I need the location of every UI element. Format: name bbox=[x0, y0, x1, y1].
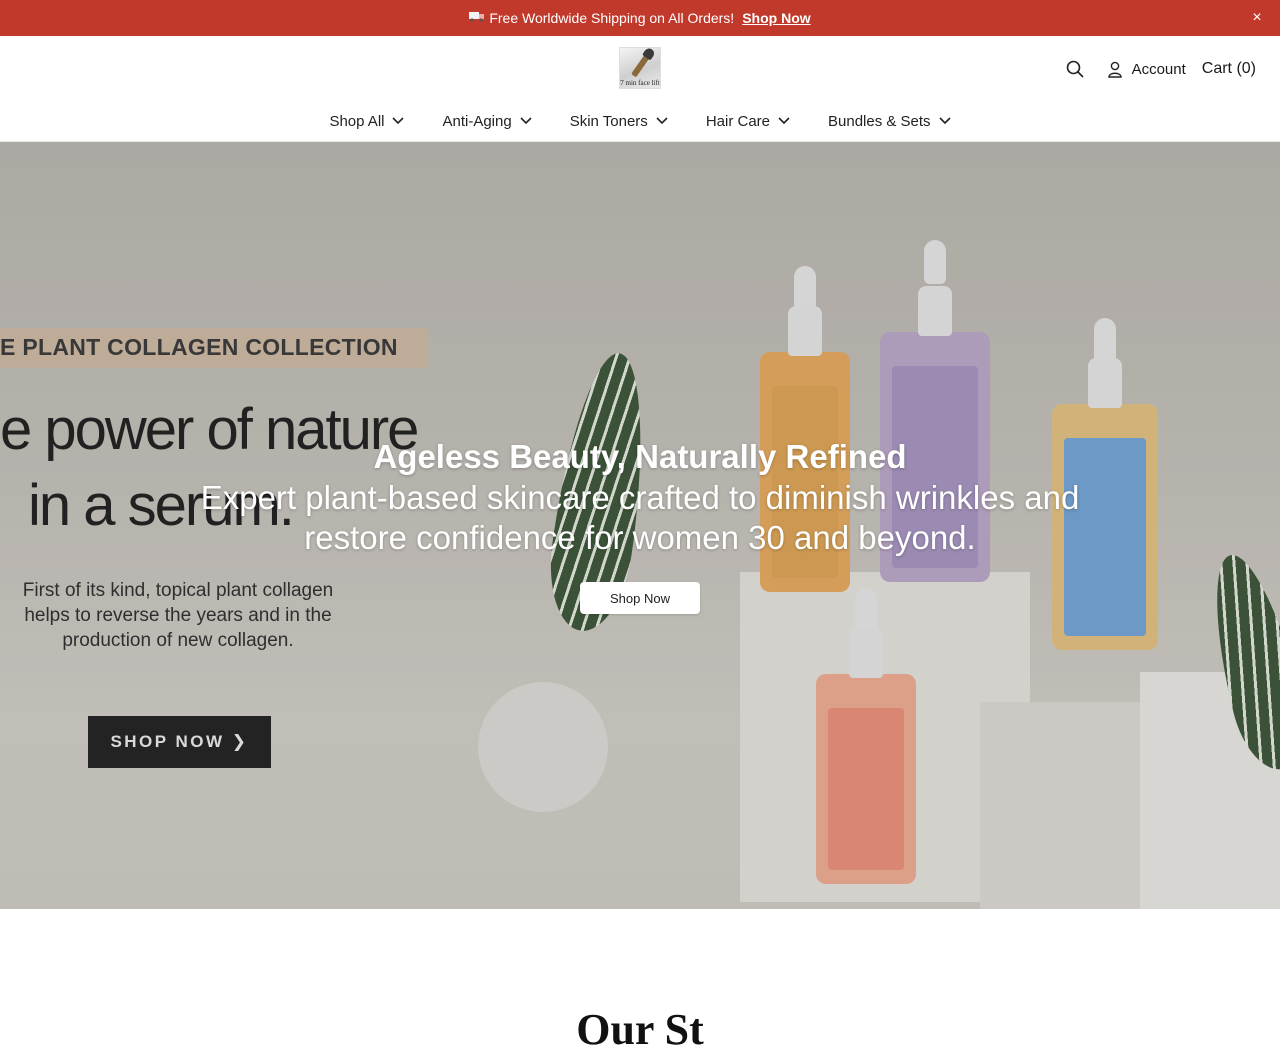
account-link[interactable]: Account bbox=[1107, 60, 1186, 78]
chevron-down-icon bbox=[938, 117, 951, 125]
nav-item-label: Bundles & Sets bbox=[828, 112, 931, 130]
cart-link[interactable]: Cart (0) bbox=[1202, 60, 1256, 78]
hero-shop-now-button[interactable]: Shop Now bbox=[580, 582, 700, 614]
nav-item-shop-all[interactable]: Shop All bbox=[329, 112, 405, 130]
logo-text: 7 min face lift bbox=[620, 79, 660, 87]
hero-banner: E PLANT COLLAGEN COLLECTION e power of n… bbox=[0, 142, 1280, 909]
main-nav: Shop All Anti-Aging Skin Toners Hair Car… bbox=[0, 108, 1280, 134]
nav-item-label: Anti-Aging bbox=[442, 112, 512, 130]
nav-item-label: Hair Care bbox=[705, 112, 770, 130]
chevron-down-icon bbox=[520, 117, 532, 125]
search-icon[interactable] bbox=[1064, 58, 1086, 80]
nav-item-anti-aging[interactable]: Anti-Aging bbox=[442, 112, 532, 130]
brush-icon bbox=[631, 52, 651, 78]
hero-subtitle: Expert plant-based skincare crafted to d… bbox=[200, 479, 1080, 556]
chevron-down-icon bbox=[392, 117, 405, 125]
site-header: 7 min face lift Account Cart (0) Shop Al… bbox=[0, 36, 1280, 142]
nav-item-label: Shop All bbox=[329, 112, 385, 130]
nav-item-hair-care[interactable]: Hair Care bbox=[706, 113, 790, 130]
nav-item-bundles-sets[interactable]: Bundles & Sets bbox=[828, 113, 951, 130]
close-icon[interactable]: × bbox=[1248, 9, 1266, 27]
section-title: Our St bbox=[576, 1005, 704, 1054]
announcement-bar: Free Worldwide Shipping on All Orders! S… bbox=[0, 0, 1280, 36]
announcement-shop-now-link[interactable]: Shop Now bbox=[742, 10, 810, 26]
account-label: Account bbox=[1131, 60, 1186, 78]
chevron-down-icon bbox=[778, 117, 790, 125]
chevron-down-icon bbox=[656, 117, 668, 125]
nav-item-skin-toners[interactable]: Skin Toners bbox=[570, 113, 668, 130]
user-icon bbox=[1107, 61, 1122, 78]
nav-item-label: Skin Toners bbox=[569, 112, 648, 130]
announcement-text: Free Worldwide Shipping on All Orders! bbox=[489, 10, 735, 26]
logo[interactable]: 7 min face lift bbox=[619, 47, 661, 89]
hero-title: Ageless Beauty, Naturally Refined bbox=[373, 438, 907, 475]
header-actions: Account Cart (0) bbox=[1064, 58, 1256, 80]
truck-icon bbox=[469, 11, 485, 25]
